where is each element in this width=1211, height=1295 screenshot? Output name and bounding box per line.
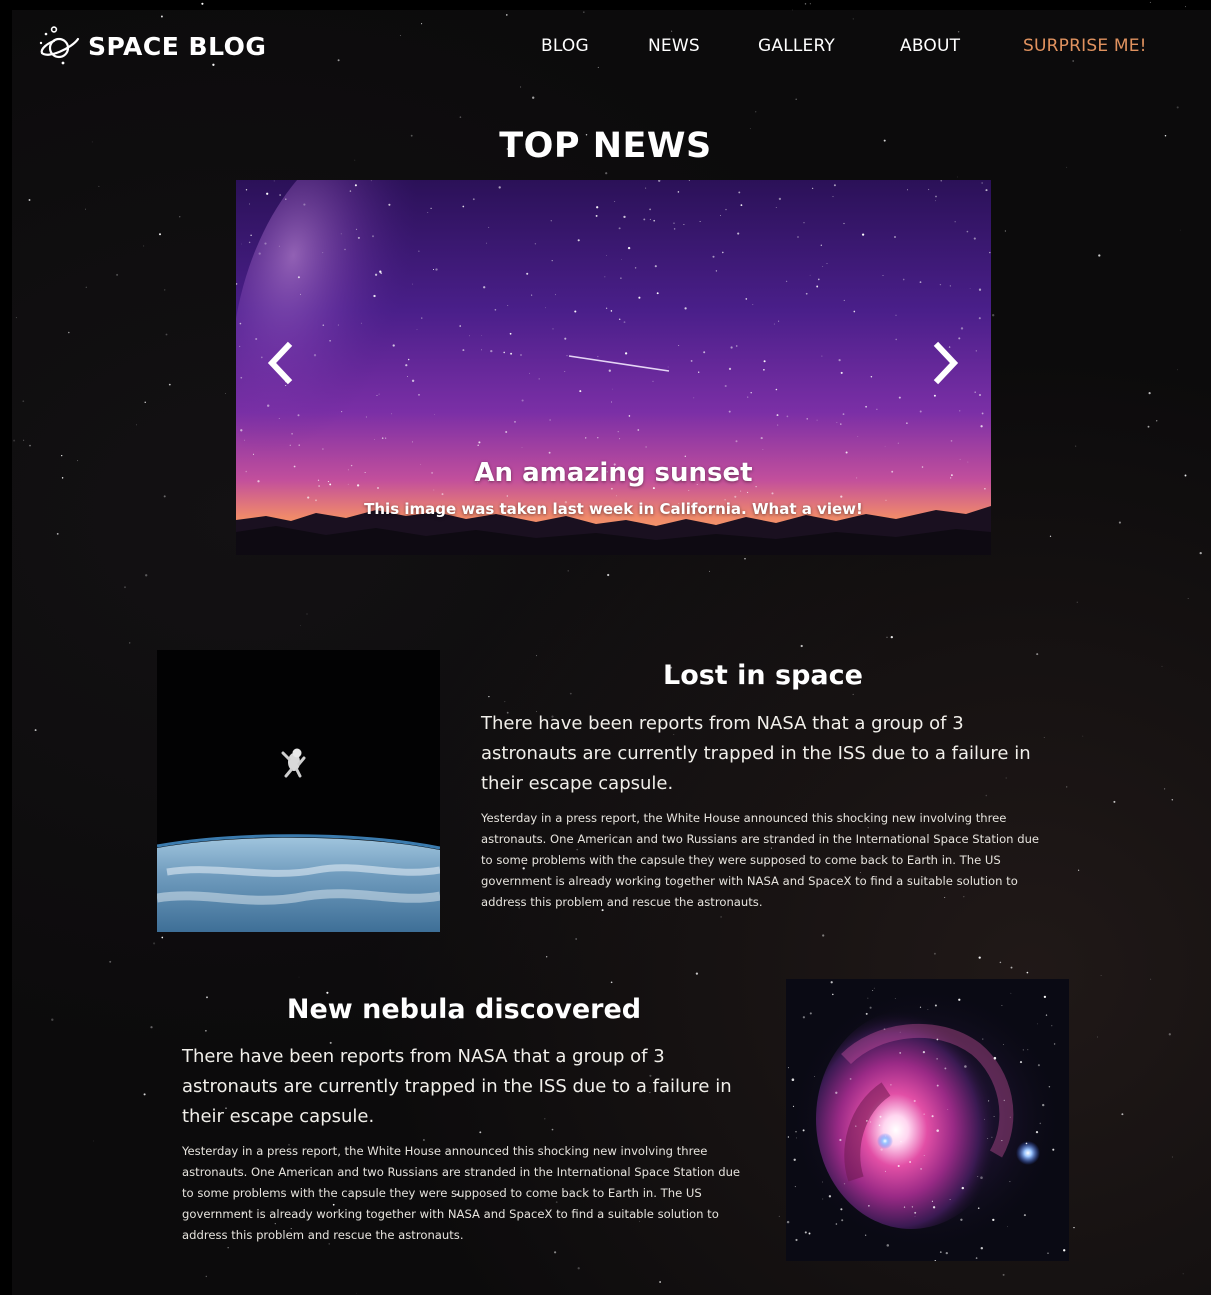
- page: SPACE BLOG BLOG NEWS GALLERY ABOUT SURPR…: [0, 0, 1211, 1295]
- nav-link-surprise-me[interactable]: SURPRISE ME!: [1023, 36, 1147, 56]
- nav-link-about[interactable]: ABOUT: [900, 36, 960, 56]
- carousel-slide-image: [236, 180, 991, 555]
- nav-link-blog[interactable]: BLOG: [541, 36, 589, 56]
- article-lead: There have been reports from NASA that a…: [481, 713, 1031, 794]
- carousel-next-button[interactable]: [926, 338, 966, 388]
- top-nav: SPACE BLOG BLOG NEWS GALLERY ABOUT SURPR…: [0, 0, 1211, 96]
- chevron-left-icon: [267, 341, 293, 385]
- article-title: New nebula discovered: [286, 994, 642, 1025]
- article-image-astronaut: [157, 650, 440, 932]
- nav-link-gallery[interactable]: GALLERY: [758, 36, 835, 56]
- article-title: Lost in space: [663, 660, 863, 691]
- nav-link-news[interactable]: NEWS: [648, 36, 700, 56]
- carousel-prev-button[interactable]: [260, 338, 300, 388]
- article-body: Yesterday in a press report, the White H…: [182, 1144, 741, 1242]
- nav-menu: BLOG NEWS GALLERY ABOUT SURPRISE ME!: [0, 36, 1211, 60]
- article-image-nebula: [786, 979, 1069, 1261]
- chevron-right-icon: [933, 341, 959, 385]
- news-carousel: An amazing sunset This image was taken l…: [236, 180, 991, 555]
- article-body: Yesterday in a press report, the White H…: [481, 811, 1040, 909]
- article-lead: There have been reports from NASA that a…: [182, 1046, 732, 1127]
- top-news-heading: TOP NEWS: [499, 126, 712, 166]
- slide-title: An amazing sunset: [474, 458, 753, 488]
- slide-caption: This image was taken last week in Califo…: [364, 500, 863, 518]
